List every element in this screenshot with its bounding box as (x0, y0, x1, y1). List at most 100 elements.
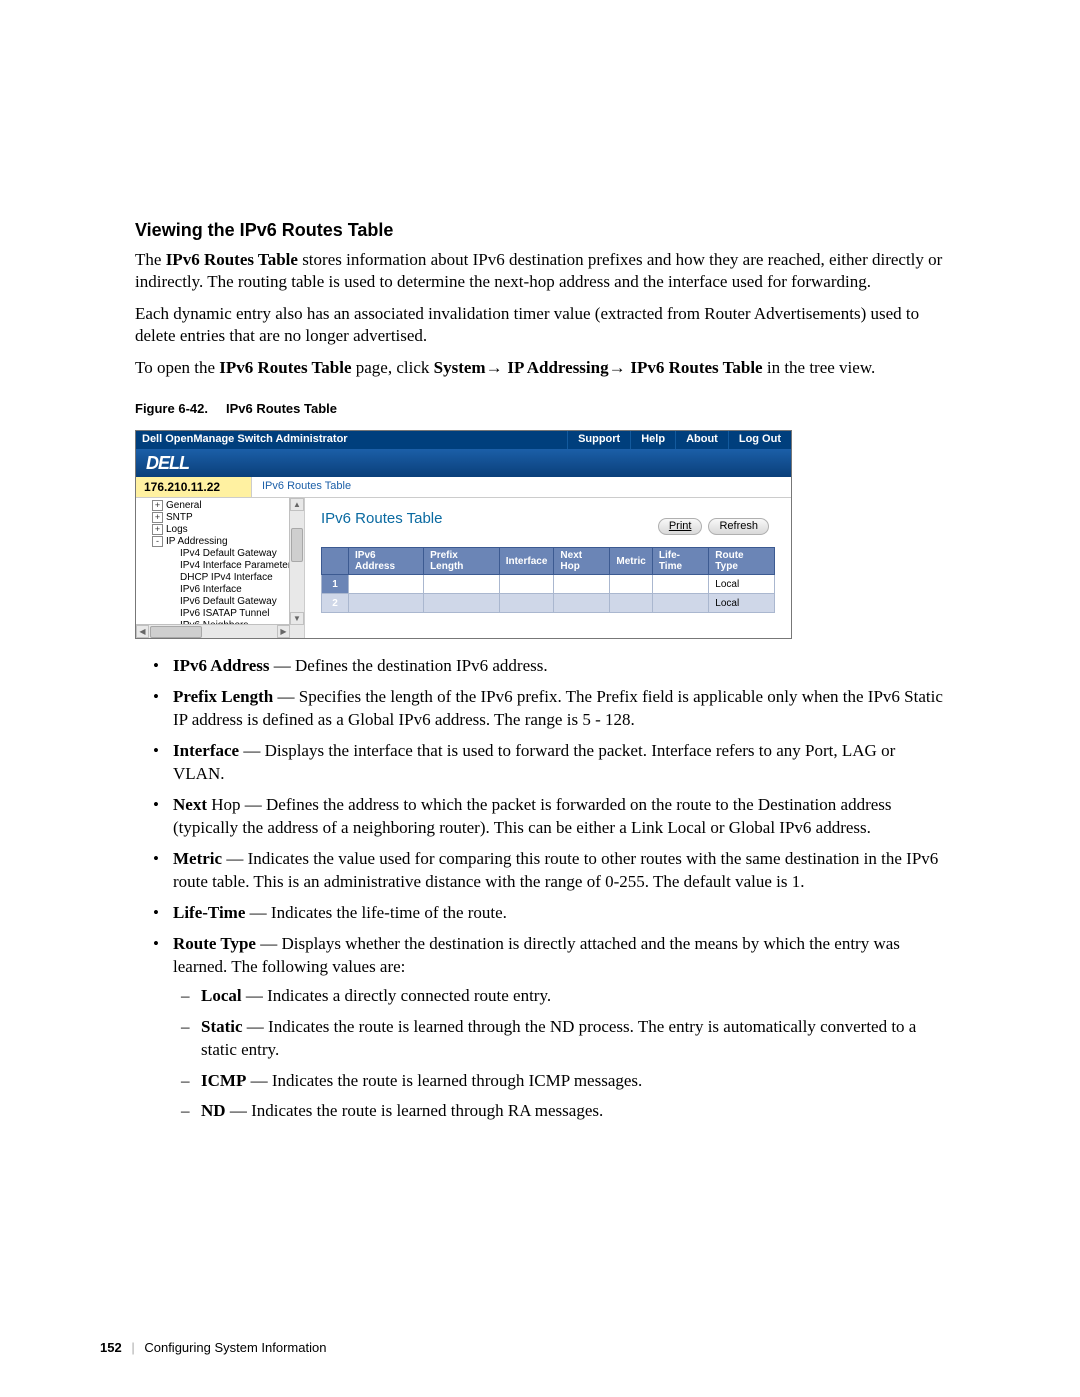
field-term: Route Type (173, 934, 256, 953)
tree-vscroll[interactable]: ▲ ▼ (289, 498, 304, 638)
app-titlebar: Dell OpenManage Switch Administrator Sup… (136, 431, 791, 449)
col-header: Life-Time (652, 548, 708, 575)
list-item: Interface — Displays the interface that … (173, 740, 945, 786)
section-heading: Viewing the IPv6 Routes Table (135, 220, 945, 241)
list-item: ICMP — Indicates the route is learned th… (201, 1070, 945, 1093)
tree-item[interactable]: IPv6 Default Gateway (136, 596, 304, 608)
expand-icon[interactable]: + (152, 512, 163, 523)
field-text: — Indicates the life-time of the route. (245, 903, 507, 922)
list-item: IPv6 Address — Defines the destination I… (173, 655, 945, 678)
expand-icon[interactable]: + (152, 500, 163, 511)
cell (349, 575, 424, 594)
field-text: — Indicates a directly connected route e… (242, 986, 552, 1005)
print-button[interactable]: Print (658, 518, 703, 535)
col-header (322, 548, 349, 575)
cell (424, 575, 500, 594)
nav-step: IP Addressing (507, 358, 608, 377)
tree-item[interactable]: IPv6 ISATAP Tunnel (136, 608, 304, 620)
scroll-up-icon[interactable]: ▲ (290, 498, 304, 511)
breadcrumb: 176.210.11.22 IPv6 Routes Table (136, 477, 791, 498)
nav-about[interactable]: About (675, 431, 728, 449)
cell (554, 575, 610, 594)
cell (499, 575, 554, 594)
field-term: ICMP (201, 1071, 246, 1090)
field-term: ND (201, 1101, 226, 1120)
nav-help[interactable]: Help (630, 431, 675, 449)
figure-caption: Figure 6-42.IPv6 Routes Table (135, 401, 945, 416)
field-text: — Indicates the route is learned through… (201, 1017, 916, 1059)
nav-support[interactable]: Support (567, 431, 630, 449)
field-text: — Specifies the length of the IPv6 prefi… (173, 687, 943, 729)
tree-item[interactable]: DHCP IPv4 Interface (136, 572, 304, 584)
field-term: Interface (173, 741, 239, 760)
table-row: 2Local (322, 594, 775, 613)
row-index: 2 (322, 594, 349, 613)
routes-table: IPv6 AddressPrefix LengthInterfaceNext H… (321, 547, 775, 613)
tree-item[interactable]: +SNTP (136, 512, 304, 524)
dell-logo: DELL (146, 453, 189, 474)
page-footer: 152 | Configuring System Information (100, 1340, 326, 1355)
tree-hscroll[interactable]: ◀ ▶ (136, 624, 290, 638)
cell (610, 575, 652, 594)
tree-item-label: Logs (166, 524, 188, 535)
app-title: Dell OpenManage Switch Administrator (136, 431, 567, 449)
refresh-button[interactable]: Refresh (708, 518, 769, 535)
list-item: Static — Indicates the route is learned … (201, 1016, 945, 1062)
arrow-icon: → (486, 358, 508, 377)
col-header: Interface (499, 548, 554, 575)
tree-item-label: IPv4 Interface Parameters (180, 560, 296, 571)
tree-item[interactable]: IPv4 Interface Parameters (136, 560, 304, 572)
tree-item[interactable]: IPv6 Interface (136, 584, 304, 596)
field-term: IPv6 Address (173, 656, 270, 675)
list-item: Metric — Indicates the value used for co… (173, 848, 945, 894)
page-crumb: IPv6 Routes Table (252, 477, 361, 497)
collapse-icon[interactable]: - (152, 536, 163, 547)
field-descriptions: IPv6 Address — Defines the destination I… (135, 655, 945, 1123)
field-term: Static (201, 1017, 243, 1036)
scroll-down-icon[interactable]: ▼ (290, 612, 304, 625)
table-row: 1Local (322, 575, 775, 594)
scroll-thumb[interactable] (150, 626, 202, 638)
scroll-thumb[interactable] (291, 528, 303, 562)
cell (652, 575, 708, 594)
term: IPv6 Routes Table (166, 250, 298, 269)
tree-item[interactable]: +Logs (136, 524, 304, 536)
col-header: Next Hop (554, 548, 610, 575)
list-item: Prefix Length — Specifies the length of … (173, 686, 945, 732)
field-text: — Defines the destination IPv6 address. (270, 656, 548, 675)
brand-bar: DELL (136, 449, 791, 477)
content-pane: IPv6 Routes Table Print Refresh IPv6 Add… (305, 498, 791, 638)
col-header: Route Type (709, 548, 775, 575)
nav-tree[interactable]: +General+SNTP+Logs-IP AddressingIPv4 Def… (136, 498, 305, 638)
cell (499, 594, 554, 613)
scroll-right-icon[interactable]: ▶ (277, 625, 290, 638)
tree-item-label: IPv6 ISATAP Tunnel (180, 608, 270, 619)
text: The (135, 250, 166, 269)
arrow-icon: → (609, 358, 631, 377)
nav-logout[interactable]: Log Out (728, 431, 791, 449)
col-header: Prefix Length (424, 548, 500, 575)
tree-item[interactable]: IPv4 Default Gateway (136, 548, 304, 560)
field-text: — Indicates the route is learned through… (226, 1101, 604, 1120)
list-item: Route Type — Displays whether the destin… (173, 933, 945, 1124)
list-item: Local — Indicates a directly connected r… (201, 985, 945, 1008)
tree-item[interactable]: -IP Addressing (136, 536, 304, 548)
tree-item[interactable]: +General (136, 500, 304, 512)
nav-step: System (434, 358, 486, 377)
expand-icon[interactable]: + (152, 524, 163, 535)
intro-para-3: To open the IPv6 Routes Table page, clic… (135, 357, 945, 379)
cell (652, 594, 708, 613)
field-term: Local (201, 986, 242, 1005)
term: IPv6 Routes Table (219, 358, 351, 377)
text: To open the (135, 358, 219, 377)
figure-screenshot: Dell OpenManage Switch Administrator Sup… (135, 430, 792, 639)
text: page, click (352, 358, 434, 377)
field-text: — Indicates the route is learned through… (246, 1071, 642, 1090)
text: in the tree view. (763, 358, 876, 377)
chapter-name: Configuring System Information (144, 1340, 326, 1355)
col-header: IPv6 Address (349, 548, 424, 575)
list-item: ND — Indicates the route is learned thro… (201, 1100, 945, 1123)
scroll-left-icon[interactable]: ◀ (136, 625, 149, 638)
page-number: 152 (100, 1340, 122, 1355)
field-term: Metric (173, 849, 222, 868)
